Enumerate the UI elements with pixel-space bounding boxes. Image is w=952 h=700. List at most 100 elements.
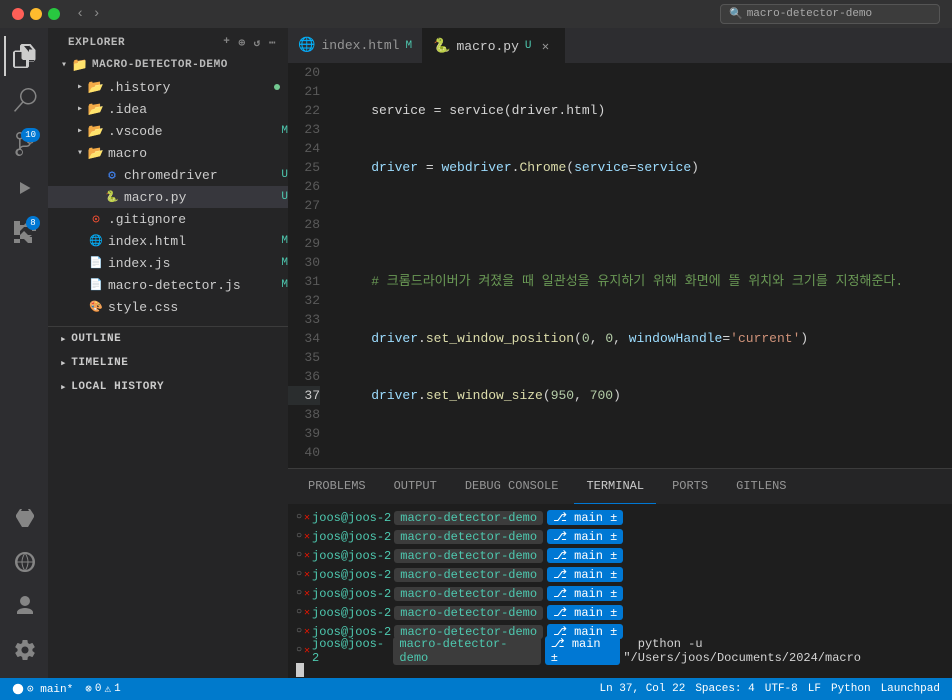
run-icon[interactable] [4,168,44,208]
sidebar-item-idea[interactable]: ▸ 📂 .idea [48,98,288,120]
term-branch-6: ⎇ main ± [547,605,623,620]
idea-label: .idea [108,102,288,117]
new-folder-icon[interactable]: ⊕ [238,36,245,50]
testing-icon[interactable] [4,498,44,538]
macro-folder-icon: 📂 [88,145,104,161]
circle-icon-8: ○ [296,645,302,656]
new-file-icon[interactable]: + [223,36,230,50]
local-history-section[interactable]: ▸ LOCAL HISTORY [48,375,288,399]
sidebar-item-gitignore[interactable]: ▸ ⊙ .gitignore [48,208,288,230]
remote-status-icon [12,683,24,695]
extensions-icon[interactable]: 8 [4,212,44,252]
term-branch-4: ⎇ main ± [547,567,623,582]
history-folder-icon: 📂 [88,79,104,95]
tab-problems[interactable]: PROBLEMS [296,469,378,504]
line-numbers: 20 21 22 23 24 25 26 27 28 29 30 31 32 3… [288,63,332,468]
sidebar-item-indexhtml[interactable]: ▸ 🌐 index.html M [48,230,288,252]
status-line-col-label: Ln 37, Col 22 [600,683,686,695]
sidebar-item-macropy[interactable]: ▸ 🐍 macro.py U [48,186,288,208]
code-line-23: # 크롬드라이버가 켜졌을 때 일관성을 유지하기 위해 화면에 뜰 위치와 크… [340,272,952,291]
panel-tabs: PROBLEMS OUTPUT DEBUG CONSOLE TERMINAL P… [288,469,952,504]
minimize-button[interactable] [30,8,42,20]
outline-chevron: ▸ [60,332,67,346]
history-label: .history [108,80,274,95]
sidebar: EXPLORER + ⊕ ↺ ⋯ ▾ 📁 MACRO-DETECTOR-DEMO… [48,28,288,678]
sidebar-item-vscode[interactable]: ▸ 📂 .vscode M [48,120,288,142]
tab-macropy-label: macro.py [457,39,519,54]
code-content[interactable]: service = service(driver.html) driver = … [332,63,952,468]
status-launchpad[interactable]: Launchpad [877,683,944,695]
nav-back-button[interactable]: ‹ [76,6,84,22]
window-controls [12,8,60,20]
bottom-panel: PROBLEMS OUTPUT DEBUG CONSOLE TERMINAL P… [288,468,952,678]
refresh-icon[interactable]: ↺ [254,36,261,50]
accounts-icon[interactable] [4,586,44,626]
outline-section[interactable]: ▸ OUTLINE [48,327,288,351]
sidebar-title: EXPLORER [68,37,125,49]
status-line-col[interactable]: Ln 37, Col 22 [596,683,690,695]
terminal-line-2: ○ ✕ joos@joos-2 macro-detector-demo ⎇ ma… [296,527,944,546]
terminal-line-4: ○ ✕ joos@joos-2 macro-detector-demo ⎇ ma… [296,565,944,584]
terminal-content[interactable]: ○ ✕ joos@joos-2 macro-detector-demo ⎇ ma… [288,504,952,678]
status-launchpad-label: Launchpad [881,683,940,695]
tab-gitlens[interactable]: GITLENS [724,469,798,504]
maximize-button[interactable] [48,8,60,20]
chromedriver-file-icon: ⚙ [104,167,120,183]
sidebar-item-indexjs[interactable]: ▸ 📄 index.js M [48,252,288,274]
x-icon-8: ✕ [304,645,310,657]
status-eol[interactable]: LF [804,683,825,695]
timeline-chevron: ▸ [60,356,67,370]
search-icon[interactable] [4,80,44,120]
source-control-icon[interactable]: 10 [4,124,44,164]
root-folder[interactable]: ▾ 📁 MACRO-DETECTOR-DEMO [48,54,288,76]
stylecss-file-icon: 🎨 [88,299,104,315]
line-num-26: 26 [288,177,320,196]
sidebar-header: EXPLORER + ⊕ ↺ ⋯ [48,28,288,54]
sidebar-item-stylecss[interactable]: ▸ 🎨 style.css [48,296,288,318]
terminal-cursor [296,663,304,677]
tab-terminal[interactable]: TERMINAL [574,469,656,504]
line-num-40: 40 [288,443,320,462]
circle-icon-1: ○ [296,512,302,523]
macrodetectorjs-label: macro-detector.js [108,278,277,293]
line-num-36: 36 [288,367,320,386]
collapse-icon[interactable]: ⋯ [269,36,276,50]
outline-label: OUTLINE [71,333,121,345]
circle-icon-2: ○ [296,531,302,542]
status-errors-count: 0 [95,683,102,695]
code-line-20: service = service(driver.html) [340,101,952,120]
code-editor[interactable]: 20 21 22 23 24 25 26 27 28 29 30 31 32 3… [288,63,952,468]
sidebar-item-chromedriver[interactable]: ▸ ⚙ chromedriver U [48,164,288,186]
status-spaces[interactable]: Spaces: 4 [691,683,758,695]
nav-forward-button[interactable]: › [92,6,100,22]
close-button[interactable] [12,8,24,20]
sidebar-item-history[interactable]: ▸ 📂 .history [48,76,288,98]
search-bar[interactable]: 🔍 macro-detector-demo [720,4,940,24]
status-bar: ⊙ main* ⊗ 0 ⚠ 1 Ln 37, Col 22 Spaces: 4 … [0,678,952,700]
tab-debug-console[interactable]: DEBUG CONSOLE [453,469,571,504]
tab-output[interactable]: OUTPUT [382,469,449,504]
status-remote[interactable]: ⊙ main* [8,678,77,700]
status-language[interactable]: Python [827,683,875,695]
settings-icon[interactable] [4,630,44,670]
tab-close-button[interactable]: ✕ [538,38,554,54]
tab-macropy[interactable]: 🐍 macro.py U ✕ [423,28,564,63]
chromedriver-badge: U [281,169,288,181]
idea-chevron: ▸ [72,101,88,117]
tab-output-label: OUTPUT [394,479,437,493]
circle-icon-4: ○ [296,569,302,580]
status-errors[interactable]: ⊗ 0 ⚠ 1 [81,678,124,700]
status-encoding[interactable]: UTF-8 [761,683,802,695]
macrodetectorjs-file-icon: 📄 [88,277,104,293]
remote-icon[interactable] [4,542,44,582]
explorer-icon[interactable] [4,36,44,76]
sidebar-item-macro-folder[interactable]: ▾ 📂 macro [48,142,288,164]
status-eol-label: LF [808,683,821,695]
vscode-label: .vscode [108,124,277,139]
tab-indexhtml[interactable]: 🌐 index.html M [288,28,423,63]
timeline-section[interactable]: ▸ TIMELINE [48,351,288,375]
sidebar-item-macrodetectorjs[interactable]: ▸ 📄 macro-detector.js M [48,274,288,296]
line-num-31: 31 [288,272,320,291]
chromedriver-label: chromedriver [124,168,277,183]
tab-ports[interactable]: PORTS [660,469,720,504]
